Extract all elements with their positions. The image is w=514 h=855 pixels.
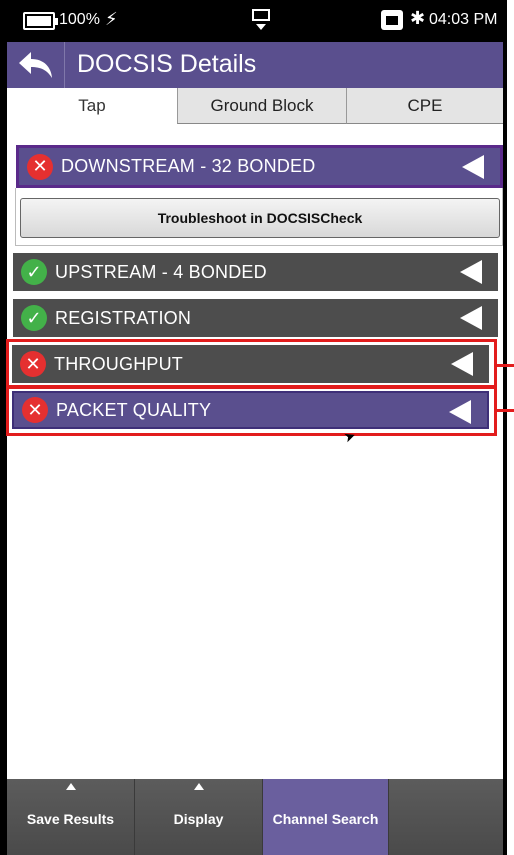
display-button[interactable]: Display	[135, 779, 263, 855]
battery-icon	[23, 12, 58, 30]
troubleshoot-button[interactable]: Troubleshoot in DOCSISCheck	[20, 198, 500, 238]
battery-percent: 100%	[59, 11, 100, 28]
display-label: Display	[173, 811, 224, 827]
back-button[interactable]	[7, 42, 65, 88]
caret-up-icon	[193, 783, 204, 790]
save-results-label: Save Results	[26, 811, 115, 827]
back-arrow-icon	[18, 52, 52, 78]
triangle-left-icon	[460, 306, 482, 330]
check-circle-icon: ✓	[21, 305, 47, 331]
title-bar: DOCSIS Details	[7, 42, 503, 88]
tab-tap[interactable]: Tap	[7, 88, 177, 124]
bluetooth-icon: ✱	[410, 8, 426, 28]
empty-toolbar-slot	[389, 779, 503, 855]
upstream-label: UPSTREAM - 4 BONDED	[55, 261, 267, 282]
charging-icon: ⚡	[105, 9, 118, 29]
downstream-expanded-panel: Troubleshoot in DOCSISCheck	[15, 188, 503, 246]
registration-row[interactable]: ✓ REGISTRATION	[13, 299, 498, 337]
triangle-left-icon	[460, 260, 482, 284]
status-bar: 100% ⚡ ✱ 04:03 PM	[7, 0, 503, 42]
registration-label: REGISTRATION	[55, 307, 192, 328]
highlight-packet-quality	[6, 386, 497, 436]
ethernet-icon	[381, 10, 403, 30]
save-results-button[interactable]: Save Results	[7, 779, 135, 855]
channel-search-button[interactable]: Channel Search	[263, 779, 389, 855]
downstream-label: DOWNSTREAM - 32 BONDED	[61, 156, 316, 176]
downstream-row[interactable]: ✕ DOWNSTREAM - 32 BONDED	[19, 148, 500, 185]
caret-up-icon	[65, 783, 76, 790]
callout-line	[496, 364, 514, 367]
keyboard-icon[interactable]	[250, 7, 272, 31]
downstream-section[interactable]: ✕ DOWNSTREAM - 32 BONDED	[16, 145, 503, 188]
tab-ground-block[interactable]: Ground Block	[177, 88, 346, 124]
x-circle-icon: ✕	[27, 153, 53, 180]
tab-cpe[interactable]: CPE	[346, 88, 503, 124]
triangle-left-icon	[462, 155, 484, 179]
check-circle-icon: ✓	[21, 259, 47, 285]
bottom-toolbar: Save Results Display Channel Search	[7, 779, 503, 855]
upstream-row[interactable]: ✓ UPSTREAM - 4 BONDED	[13, 253, 498, 291]
highlight-throughput	[6, 339, 497, 388]
channel-search-label: Channel Search	[272, 811, 379, 827]
page-title: DOCSIS Details	[77, 50, 257, 78]
callout-line	[496, 409, 514, 412]
tab-bar: Tap Ground Block CPE	[7, 88, 503, 124]
clock: 04:03 PM	[429, 11, 498, 28]
